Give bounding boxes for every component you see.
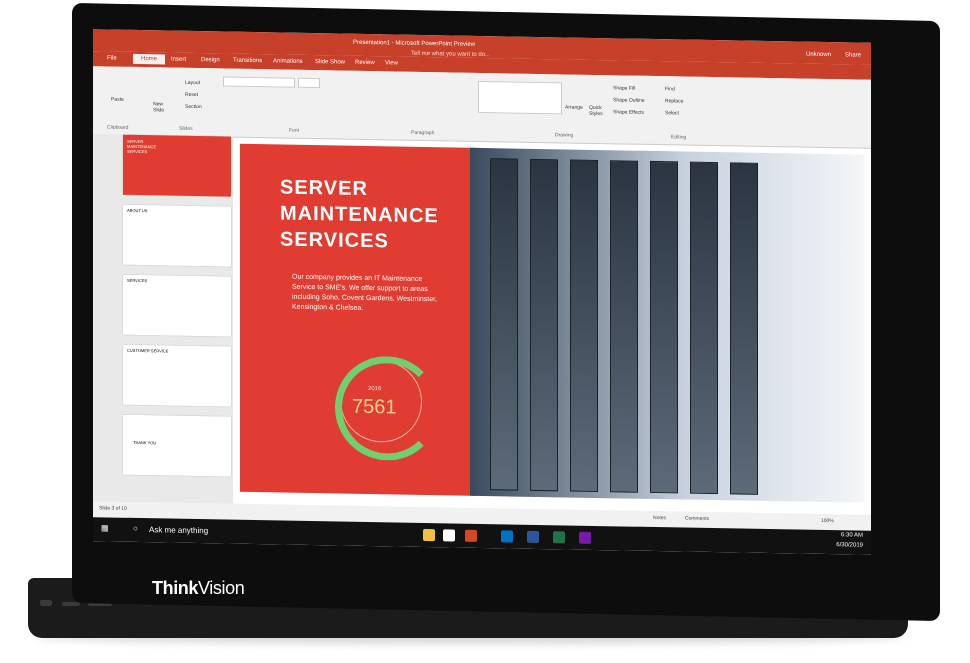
tab-slide-show[interactable]: Slide Show: [315, 59, 345, 66]
windows-start-icon[interactable]: ▦: [101, 523, 109, 532]
tab-transitions[interactable]: Transitions: [233, 58, 262, 65]
brand-vision: Vision: [198, 578, 245, 598]
zoom-level[interactable]: 100%: [821, 518, 834, 524]
tab-home[interactable]: Home: [133, 53, 166, 65]
clock-time: 6:30 AM: [840, 532, 863, 539]
metric-value: 7561: [352, 395, 397, 419]
slide-red-panel: SERVER MAINTENANCE SERVICES Our company …: [240, 143, 477, 496]
layout-button[interactable]: Layout: [185, 80, 200, 86]
new-slide-button[interactable]: New Slide: [153, 101, 171, 113]
server-room-photo: [470, 147, 864, 503]
tab-file[interactable]: File: [107, 55, 117, 61]
search-box[interactable]: Ask me anything: [149, 525, 208, 535]
paragraph-group-label: Paragraph: [411, 129, 435, 137]
drawing-group-label: Drawing: [555, 132, 574, 139]
title-line: SERVICES: [280, 228, 389, 253]
server-rack: [530, 158, 558, 492]
store-icon[interactable]: [443, 529, 455, 542]
file-explorer-icon[interactable]: [423, 528, 435, 542]
clock-date: 6/30/2019: [836, 542, 863, 549]
slide-thumbnail[interactable]: THANK YOU: [123, 414, 231, 477]
slides-group-label: Slides: [179, 125, 193, 132]
title-line: SERVER: [280, 176, 368, 201]
slide-thumbnail[interactable]: SERVICES: [123, 274, 231, 337]
thinkvision-logo: ThinkVision: [152, 578, 245, 599]
paste-button[interactable]: Paste: [111, 97, 124, 103]
notes-button[interactable]: Notes: [653, 515, 666, 521]
thumbnail-label: SERVER MAINTENANCE SERVICES: [127, 138, 157, 155]
shape-effects-button[interactable]: Shape Effects: [613, 109, 644, 116]
cortana-circle-icon[interactable]: ○: [133, 524, 138, 533]
slide-title: SERVER MAINTENANCE SERVICES: [280, 174, 439, 255]
editing-group-label: Editing: [671, 134, 687, 141]
arrange-button[interactable]: Arrange: [565, 104, 583, 110]
clipboard-group-label: Clipboard: [107, 124, 129, 131]
slide-thumbnail-pane: SERVER MAINTENANCE SERVICES ABOUT US SER…: [93, 134, 233, 517]
slide-thumbnail[interactable]: SERVER MAINTENANCE SERVICES: [123, 134, 231, 197]
server-rack: [490, 158, 518, 491]
shape-fill-button[interactable]: Shape Fill: [613, 85, 635, 91]
powerpoint-icon[interactable]: [465, 529, 477, 542]
screen: Presentation1 - Microsoft PowerPoint Pre…: [93, 29, 871, 555]
server-rack: [610, 160, 638, 493]
font-size-box[interactable]: [298, 77, 320, 89]
quick-styles-button[interactable]: Quick Styles: [589, 105, 607, 117]
tab-review[interactable]: Review: [355, 60, 375, 66]
font-group-label: Font: [289, 127, 300, 134]
comments-button[interactable]: Comments: [685, 516, 709, 522]
thumbnail-label: THANK YOU: [133, 439, 157, 446]
font-name-box[interactable]: [223, 76, 295, 88]
metric-year: 2016: [368, 386, 382, 393]
brand-think: Think: [152, 578, 198, 598]
slide-body-text: Our company provides an IT Maintenance S…: [292, 273, 438, 312]
server-rack: [730, 162, 758, 495]
share-button[interactable]: Share: [845, 52, 861, 58]
thumbnail-label: ABOUT US: [127, 207, 148, 214]
excel-icon[interactable]: [553, 531, 565, 544]
window-title: Presentation1 - Microsoft PowerPoint Pre…: [353, 39, 476, 48]
usb-port: [62, 602, 80, 606]
find-button[interactable]: Find: [665, 86, 675, 92]
section-button[interactable]: Section: [185, 104, 202, 110]
reset-button[interactable]: Reset: [185, 92, 198, 98]
account-name[interactable]: Unknown: [806, 52, 831, 58]
server-rack: [570, 159, 598, 493]
select-button[interactable]: Select: [665, 110, 679, 116]
shapes-gallery[interactable]: [478, 80, 562, 115]
onenote-icon[interactable]: [579, 531, 591, 544]
slide-thumbnail[interactable]: ABOUT US: [123, 204, 231, 267]
tab-view[interactable]: View: [385, 60, 398, 66]
server-rack: [690, 161, 718, 495]
shape-outline-button[interactable]: Shape Outline: [613, 97, 645, 104]
tab-design[interactable]: Design: [201, 57, 220, 63]
outlook-icon[interactable]: [501, 530, 513, 543]
server-rack: [650, 160, 678, 494]
replace-button[interactable]: Replace: [665, 98, 683, 104]
tab-animations[interactable]: Animations: [273, 58, 303, 65]
thumbnail-label: CUSTOMER SERVICE: [127, 347, 169, 354]
slide-counter: Slide 3 of 10: [99, 505, 127, 512]
thumbnail-label: SERVICES: [127, 277, 148, 284]
usb-port: [40, 600, 52, 606]
tab-insert[interactable]: Insert: [171, 57, 186, 63]
slide-canvas[interactable]: SERVER MAINTENANCE SERVICES Our company …: [240, 143, 864, 503]
slide-thumbnail[interactable]: CUSTOMER SERVICE: [123, 344, 231, 407]
word-icon[interactable]: [527, 530, 539, 543]
title-line: MAINTENANCE: [280, 202, 439, 228]
